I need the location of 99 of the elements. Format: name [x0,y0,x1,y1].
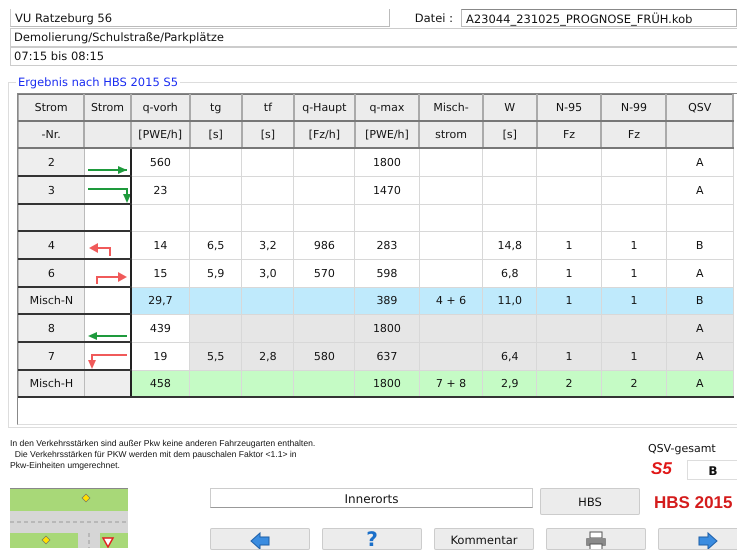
table-cell: 14 [130,231,190,259]
column-header: strom [419,121,483,148]
table-cell: 11,0 [482,287,537,314]
printer-icon [585,531,607,549]
location-field[interactable]: Demolierung/Schulstraße/Parkplätze [10,28,737,47]
row-header: 4 [18,231,84,259]
table-cell: 14,8 [482,231,537,259]
column-header: [s] [242,121,294,148]
table-cell: 1 [601,287,666,314]
table-cell: 283 [354,231,420,259]
table-cell: 1 [601,231,666,259]
info-text: In den Verkehrsstärken sind außer Pkw keine anderen Fahrzeugarten enthalten. Die Verkehrsstärken für PKW werden mit dem pauschalen Faktor <1.1> in Pkw-Einheiten umgerechnet. [10,438,316,471]
table-cell: 1800 [354,148,420,176]
table-cell: 6,5 [190,231,242,259]
column-header: [Fz/h] [294,121,355,148]
table-cell: 986 [294,231,355,259]
print-button[interactable] [546,528,646,550]
table-cell: 1 [536,231,602,259]
column-header: -Nr. [18,121,84,148]
table-cell: 23 [130,176,190,204]
file-field[interactable]: A23044_231025_PROGNOSE_FRÜH.kob [461,9,737,27]
table-cell: 1470 [354,176,420,204]
row-header: 8 [18,314,84,342]
table-cell: 29,7 [130,287,190,314]
column-header: Fz [601,121,666,148]
table-cell: 1 [601,259,666,287]
table-cell: 1800 [354,314,420,342]
table-cell: 2 [536,370,602,397]
column-header: q-max [354,94,420,121]
group-title: Ergebnis nach HBS 2015 S5 [16,75,180,89]
table-cell: 637 [354,342,420,370]
table-cell: 5,9 [190,259,242,287]
column-header: [PWE/h] [130,121,190,148]
table-cell: A [666,148,733,176]
table-cell: A [666,259,733,287]
table-cell: 7 + 8 [419,370,483,397]
table-cell: A [666,314,733,342]
table-cell: A [666,370,733,397]
table-cell: 3,0 [242,259,294,287]
column-header: [PWE/h] [354,121,420,148]
column-header: N-99 [601,94,666,121]
table-cell: 3,2 [242,231,294,259]
table-cell: 6,8 [482,259,537,287]
table-cell: B [666,287,733,314]
row-header: Misch-H [18,370,84,397]
column-header: Fz [536,121,602,148]
row-header: 3 [18,176,84,204]
back-arrow-icon [249,531,271,549]
total-value-field: B [687,460,737,480]
total-label: QSV-gesamt [648,442,716,455]
table-cell: A [666,342,733,370]
table-cell: B [666,231,733,259]
table-cell: 15 [130,259,190,287]
column-header: Strom [84,94,131,121]
table-cell: 1800 [354,370,420,397]
table-cell: 389 [354,287,420,314]
column-header: q-Haupt [294,94,355,121]
row-header: 7 [18,342,84,370]
table-cell: A [666,176,733,204]
table-cell: 570 [294,259,355,287]
table-cell: 2 [601,370,666,397]
forward-arrow-icon [697,531,719,549]
table-cell: 5,5 [190,342,242,370]
column-header: QSV [666,94,733,121]
column-header: [s] [190,121,242,148]
table-cell: 1 [536,287,602,314]
table-cell: 4 + 6 [419,287,483,314]
period-field[interactable]: 07:15 bis 08:15 [10,47,737,66]
row-header: Misch-N [18,287,84,314]
back-button[interactable] [210,528,310,550]
column-header: tg [190,94,242,121]
table-cell: 1 [601,342,666,370]
comment-button[interactable]: Kommentar [434,528,534,550]
table-cell: 458 [130,370,190,397]
column-header: q-vorh [130,94,190,121]
column-header: tf [242,94,294,121]
table-cell: 1 [536,342,602,370]
table-cell: 2,8 [242,342,294,370]
project-field[interactable]: VU Ratzeburg 56 [10,9,390,27]
table-cell: 1 [536,259,602,287]
hbs-button[interactable]: HBS [540,488,640,515]
table-cell: 560 [130,148,190,176]
area-field[interactable]: Innerorts [210,488,533,508]
column-header: W [482,94,537,121]
hbs-logo: HBS 2015 [654,493,732,513]
column-header: Strom [18,94,84,121]
column-header: Misch- [419,94,483,121]
help-button[interactable]: ? [322,528,422,550]
column-header: N-95 [536,94,602,121]
table-cell: 598 [354,259,420,287]
row-header: 6 [18,259,84,287]
table-cell: 6,4 [482,342,537,370]
table-cell: 580 [294,342,355,370]
table-cell: 2,9 [482,370,537,397]
forward-button[interactable] [658,528,737,550]
column-header: [s] [482,121,537,148]
stage-label: S5 [651,459,672,479]
row-header: 2 [18,148,84,176]
file-label: Datei : [414,11,454,25]
